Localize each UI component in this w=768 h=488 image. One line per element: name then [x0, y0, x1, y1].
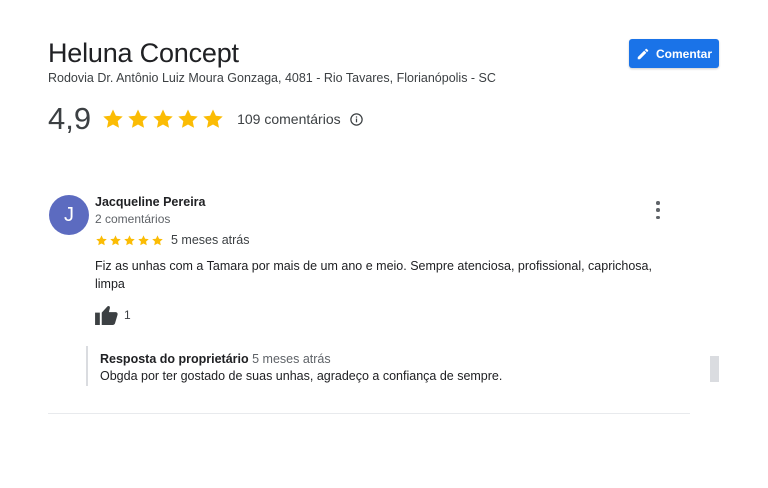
- star-icon: [152, 234, 163, 245]
- review-time: 5 meses atrás: [171, 233, 250, 247]
- review-stars: [95, 234, 164, 247]
- review-divider: [48, 413, 690, 414]
- owner-response-time: 5 meses atrás: [252, 352, 331, 366]
- info-icon[interactable]: [349, 112, 364, 127]
- more-vert-icon[interactable]: [651, 201, 665, 219]
- star-icon: [128, 109, 148, 128]
- star-icon: [138, 234, 149, 245]
- owner-response: Resposta do proprietário 5 meses atrás O…: [86, 346, 502, 386]
- comment-button-label: Comentar: [655, 46, 712, 61]
- review-meta: 5 meses atrás: [95, 233, 250, 247]
- owner-response-text: Obgda por ter gostado de suas unhas, agr…: [100, 369, 503, 383]
- star-icon: [153, 109, 173, 128]
- star-icon: [178, 109, 198, 128]
- scrollbar-thumb[interactable]: [710, 356, 719, 382]
- star-icon: [110, 234, 121, 245]
- avatar[interactable]: J: [49, 195, 89, 235]
- star-icon: [203, 109, 223, 128]
- star-icon: [96, 234, 107, 245]
- star-icon: [124, 234, 135, 245]
- reviewer-name[interactable]: Jacqueline Pereira: [95, 195, 205, 209]
- review-count[interactable]: 109 comentários: [237, 111, 341, 127]
- rating-summary: 4,9 109 comentários: [48, 101, 364, 137]
- thumb-up-icon: [95, 306, 118, 325]
- place-address: Rodovia Dr. Antônio Luiz Moura Gonzaga, …: [48, 71, 496, 85]
- star-icon: [103, 109, 123, 128]
- rating-value: 4,9: [48, 101, 92, 136]
- reviewer-review-count: 2 comentários: [95, 212, 171, 226]
- place-title: Heluna Concept: [48, 38, 239, 68]
- pencil-icon: [637, 48, 649, 59]
- owner-response-label: Resposta do proprietário: [100, 352, 249, 366]
- rating-stars: [101, 107, 225, 131]
- like-button[interactable]: 1: [95, 305, 131, 325]
- comment-button[interactable]: Comentar: [629, 39, 719, 68]
- like-count: 1: [124, 308, 131, 322]
- review-text: Fiz as unhas com a Tamara por mais de um…: [95, 259, 652, 291]
